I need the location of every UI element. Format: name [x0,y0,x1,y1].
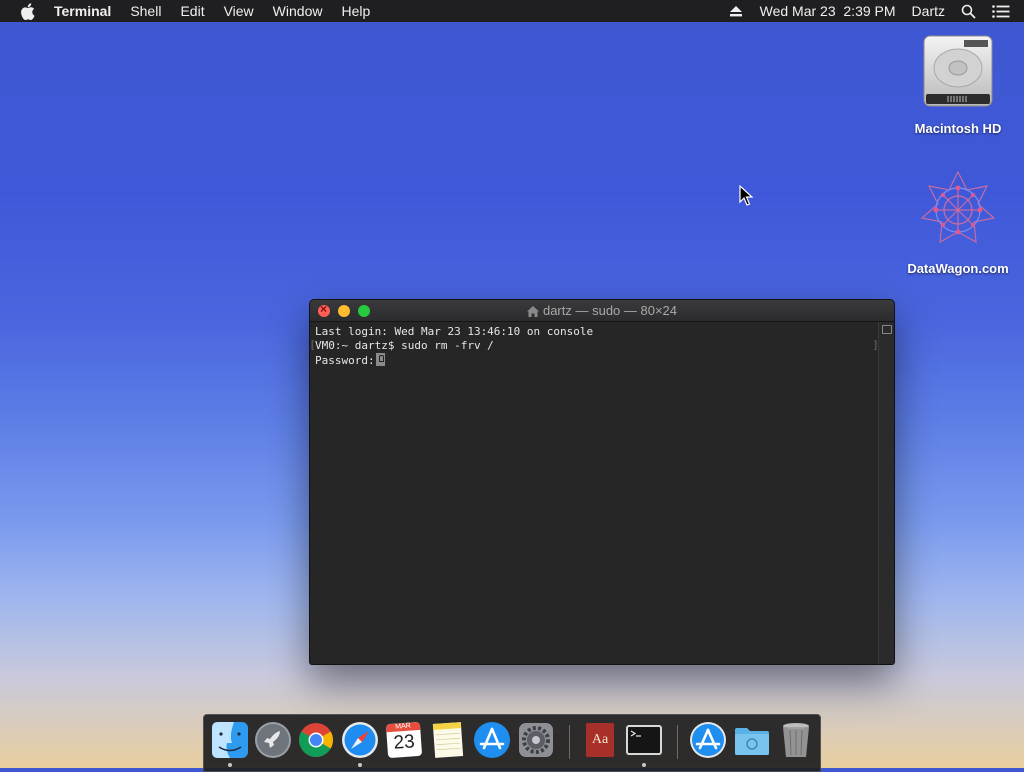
split-pane-icon[interactable] [882,325,892,334]
notes-icon [432,722,464,758]
window-title-text: dartz — sudo — 80×24 [542,303,678,318]
chrome-icon [299,723,333,757]
dock-item-app-store[interactable] [472,720,512,760]
trash-icon [783,723,809,757]
terminal-window[interactable]: dartz — sudo — 80×24 [ ] Last login: Wed… [309,299,895,665]
terminal-line-password: Password: [315,353,879,368]
menu-bar: Terminal Shell Edit View Window Help Wed… [0,0,1024,22]
menu-window[interactable]: Window [273,0,323,22]
calendar-day: 23 [392,731,416,754]
menu-help[interactable]: Help [341,0,370,22]
downloads-folder-icon [735,728,769,755]
search-icon[interactable] [961,4,976,19]
running-indicator [642,763,646,767]
window-title: dartz — sudo — 80×24 [310,300,894,322]
desktop-icon-datawagon[interactable]: DataWagon.com [898,168,1018,276]
window-title-bar[interactable]: dartz — sudo — 80×24 [310,300,894,322]
eject-icon[interactable] [729,5,742,17]
calendar-icon: MAR 23 [385,721,423,759]
dock-item-finder[interactable] [210,720,250,767]
user-name[interactable]: Dartz [912,3,945,19]
menu-edit[interactable]: Edit [180,0,204,22]
dock-separator [569,725,570,759]
terminal-scrollbar[interactable] [878,322,894,664]
system-preferences-icon [519,723,553,757]
dock-item-applications[interactable] [688,720,728,760]
applications-folder-icon [690,722,726,758]
dock-item-calendar[interactable]: MAR 23 [384,720,424,760]
running-indicator [358,763,362,767]
menu-view[interactable]: View [224,0,254,22]
dictionary-icon: Aa [586,723,614,757]
desktop-icon-label: DataWagon.com [907,261,1009,276]
apple-icon[interactable] [20,2,36,20]
finder-icon [212,722,248,758]
dock-item-downloads[interactable] [732,720,772,760]
dock-item-safari[interactable] [340,720,380,767]
hard-drive-icon [923,35,993,107]
menu-extras: Wed Mar 23 2:39 PM Dartz [729,0,1024,22]
dock-item-dictionary[interactable]: Aa [580,720,620,760]
dock-item-system-preferences[interactable] [516,720,556,760]
menu-app-terminal[interactable]: Terminal [54,0,111,22]
dock-item-trash[interactable] [776,720,816,760]
dock-item-chrome[interactable] [296,720,336,760]
running-indicator [228,763,232,767]
desktop-icon-label: Macintosh HD [914,121,1002,136]
dock-separator [677,725,678,759]
secure-input-key-icon [375,353,385,366]
dock-item-launchpad[interactable] [253,720,293,760]
app-store-icon [474,722,510,758]
terminal-output[interactable]: Last login: Wed Mar 23 13:46:10 on conso… [310,322,879,664]
home-icon [526,306,539,317]
launchpad-icon [255,722,291,758]
terminal-line: Last login: Wed Mar 23 13:46:10 on conso… [315,325,594,338]
password-prompt: Password: [315,354,375,367]
network-volume-icon [920,170,996,244]
safari-icon [342,722,378,758]
dock: MAR 23 Aa [203,714,821,772]
dock-item-notes[interactable] [428,720,468,760]
terminal-line: VM0:~ dartz$ sudo rm -frv / [315,339,494,352]
desktop-icon-macintosh-hd[interactable]: Macintosh HD [898,32,1018,136]
dock-item-terminal[interactable] [624,720,664,767]
dictionary-label: Aa [591,732,609,747]
clock[interactable]: Wed Mar 23 2:39 PM [760,3,896,19]
menu-shell[interactable]: Shell [130,0,161,22]
notification-center-icon[interactable] [992,4,1010,18]
mouse-pointer-icon [739,185,753,206]
terminal-icon [626,725,662,755]
